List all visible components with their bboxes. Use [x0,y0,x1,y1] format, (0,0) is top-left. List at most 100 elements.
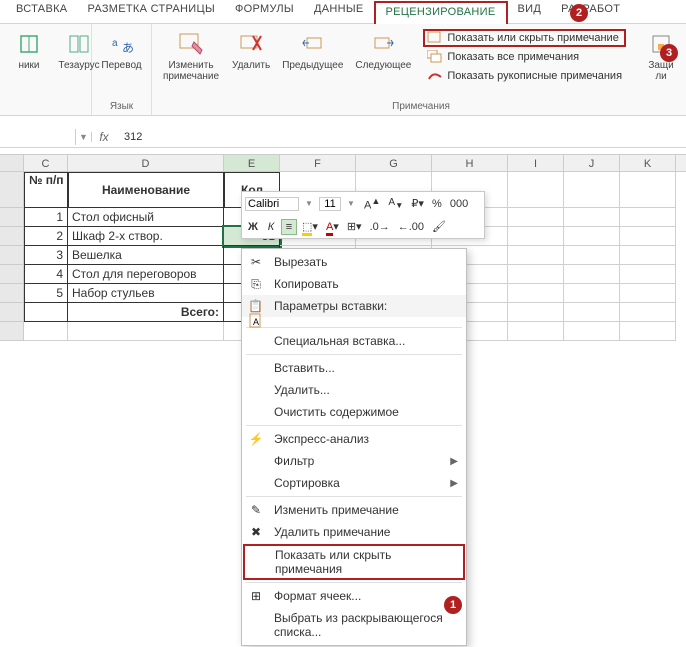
menu-toggle-comment[interactable]: Показать или скрыть примечания [243,544,465,580]
cell[interactable]: 5 [24,284,68,303]
menu-clear[interactable]: Очистить содержимое [242,401,466,423]
menu-cut[interactable]: ✂Вырезать [242,251,466,273]
row-header[interactable] [0,265,24,284]
row-header[interactable] [0,227,24,246]
comma-format-button[interactable]: 000 [447,197,471,211]
cell[interactable]: Шкаф 2-х створ. [68,227,224,246]
row-header[interactable] [0,172,24,208]
cell[interactable]: 3 [24,246,68,265]
cell[interactable]: Стол для переговоров [68,265,224,284]
decrease-font-icon[interactable]: A▼ [385,196,406,211]
col-header[interactable]: I [508,155,564,171]
italic-button[interactable]: К [263,220,279,234]
tab-developer[interactable]: РАЗРАБОТ [551,0,630,23]
align-left-icon[interactable]: ≡ [281,219,297,235]
comments-all-icon [427,50,443,64]
ribbon-show-all-comments[interactable]: Показать все примечания [423,48,626,66]
menu-copy[interactable]: ⎘Копировать [242,273,466,295]
copy-icon: ⎘ [248,276,264,292]
menu-pick-from-list[interactable]: Выбрать из раскрывающегося списка... [242,607,466,643]
decrease-decimal-icon[interactable]: .0→ [367,220,393,234]
ribbon-toggle-comment[interactable]: Показать или скрыть примечание [423,29,626,47]
tab-view[interactable]: ВИД [508,0,552,23]
fx-button[interactable]: fx [92,130,116,144]
row-header[interactable] [0,322,24,341]
accounting-format-button[interactable]: ₽▾ [408,196,427,211]
delete-comment-icon [237,30,265,58]
col-header[interactable]: D [68,155,224,171]
submenu-arrow-icon: ▶ [450,456,458,467]
name-box-dropdown[interactable]: ▼ [76,132,92,142]
menu-insert[interactable]: Вставить... [242,357,466,379]
edit-comment-icon: ✎ [248,502,264,518]
tab-data[interactable]: ДАННЫЕ [304,0,374,23]
name-box[interactable] [0,129,76,145]
ribbon: ники Тезаурус aあ Перевод Язык Изменить п… [0,24,686,116]
menu-edit-comment[interactable]: ✎Изменить примечание [242,499,466,521]
table-header[interactable]: № п/п [24,172,68,208]
cell-total-label[interactable]: Всего: [68,303,224,322]
tab-insert[interactable]: ВСТАВКА [6,0,77,23]
cell[interactable]: 1 [24,208,68,227]
ribbon-prev-comment[interactable]: Предыдущее [276,26,349,75]
cell[interactable]: 4 [24,265,68,284]
menu-filter[interactable]: Фильтр▶ [242,450,466,472]
increase-decimal-icon[interactable]: ←.00 [395,220,427,234]
format-cells-icon: ⊞ [248,588,264,604]
menu-format-cells[interactable]: ⊞Формат ячеек... [242,585,466,607]
callout-badge-2: 2 [570,4,588,22]
dropdown-icon[interactable]: ▼ [343,198,359,209]
select-all-corner[interactable] [0,155,24,171]
menu-delete[interactable]: Удалить... [242,379,466,401]
ribbon-translate[interactable]: aあ Перевод [96,26,147,75]
svg-text:A: A [253,317,259,327]
ink-icon [427,69,443,83]
menu-sort[interactable]: Сортировка▶ [242,472,466,494]
dropdown-icon[interactable]: ▼ [301,198,317,209]
font-size-select[interactable] [319,197,341,211]
svg-text:a: a [112,38,118,49]
tab-formulas[interactable]: ФОРМУЛЫ [225,0,304,23]
row-header[interactable] [0,246,24,265]
col-header[interactable]: G [356,155,432,171]
formula-bar: ▼ fx 312 [0,126,686,148]
menu-paste-option[interactable]: A [242,317,466,325]
cell[interactable]: Вешелка [68,246,224,265]
formula-value[interactable]: 312 [116,129,150,145]
col-header[interactable]: E [224,155,280,171]
percent-format-button[interactable]: % [429,197,445,211]
cell[interactable]: Стол офисный [68,208,224,227]
col-header[interactable]: F [280,155,356,171]
tab-review[interactable]: РЕЦЕНЗИРОВАНИЕ [374,1,508,24]
menu-delete-comment[interactable]: ✖Удалить примечание [242,521,466,543]
tab-page-layout[interactable]: РАЗМЕТКА СТРАНИЦЫ [77,0,225,23]
cell[interactable]: Набор стульев [68,284,224,303]
quick-analysis-icon: ⚡ [248,431,264,447]
col-header[interactable]: K [620,155,676,171]
borders-icon[interactable]: ⊞▾ [344,219,365,234]
fill-color-icon[interactable]: ⬚▾ [299,219,321,234]
format-painter-icon[interactable]: 🖌 [429,219,449,234]
table-header[interactable]: Наименование [68,172,224,208]
comment-toggle-icon [427,31,443,45]
col-header[interactable]: C [24,155,68,171]
cell[interactable]: 2 [24,227,68,246]
font-color-icon[interactable]: A▾ [323,219,342,234]
bold-button[interactable]: Ж [245,220,261,234]
ribbon-spelling[interactable]: ники [4,26,54,75]
ribbon-next-comment[interactable]: Следующее [349,26,417,75]
cell[interactable] [24,303,68,322]
row-header[interactable] [0,208,24,227]
menu-quick-analysis[interactable]: ⚡Экспресс-анализ [242,428,466,450]
row-header[interactable] [0,284,24,303]
font-family-select[interactable] [245,197,299,211]
row-header[interactable] [0,303,24,322]
col-header[interactable]: H [432,155,508,171]
delete-comment-icon: ✖ [248,524,264,540]
col-header[interactable]: J [564,155,620,171]
ribbon-edit-comment[interactable]: Изменить примечание [156,26,226,86]
ribbon-delete-comment[interactable]: Удалить [226,26,276,75]
increase-font-icon[interactable]: A▲ [361,195,383,213]
menu-paste-special[interactable]: Специальная вставка... [242,330,466,352]
ribbon-show-ink[interactable]: Показать рукописные примечания [423,67,626,85]
